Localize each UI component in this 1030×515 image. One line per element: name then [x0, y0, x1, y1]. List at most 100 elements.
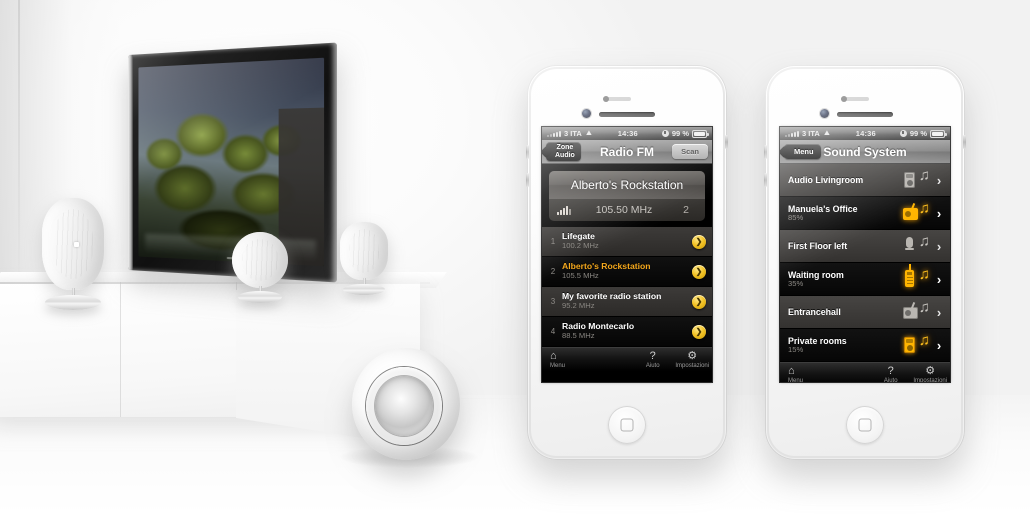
zone-detail-chevron-icon[interactable]: ›	[934, 239, 944, 254]
tab-label: Aiuto	[645, 362, 660, 369]
tab-aiuto[interactable]: ? Aiuto	[633, 350, 673, 369]
help-icon: ?	[887, 364, 894, 377]
music-note-icon	[919, 333, 930, 353]
now-playing-preset: 2	[683, 204, 689, 216]
ipod-icon	[904, 172, 915, 188]
back-button-menu[interactable]: Menu	[784, 143, 821, 160]
sphere-speaker	[340, 348, 478, 468]
radio-icon	[903, 208, 918, 220]
zone-volume-percent: 15%	[788, 344, 804, 354]
screen-radio-fm: 3 ITA 14:36 99 % Zone Audio Radio FM Sca…	[542, 127, 712, 382]
gear-icon: ⚙	[687, 349, 698, 362]
tab-impostazioni[interactable]: ⚙ Impostazioni	[910, 365, 950, 383]
zone-source-icon	[904, 264, 930, 289]
scene: 3 ITA 14:36 99 % Zone Audio Radio FM Sca…	[0, 0, 1030, 515]
carrier-label: 3 ITA	[802, 129, 820, 138]
zone-row[interactable]: Audio Livingroom ›	[780, 164, 950, 197]
carrier-label: 3 ITA	[564, 129, 582, 138]
scan-button[interactable]: Scan	[672, 144, 708, 159]
tab-impostazioni[interactable]: ⚙ Impostazioni	[672, 349, 712, 369]
zone-row[interactable]: Waiting room35% ›	[780, 263, 950, 296]
zone-name: Audio Livingroom	[788, 174, 864, 185]
station-index: 2	[550, 267, 556, 276]
zone-list: Audio Livingroom›Manuela's Office85%›Fir…	[780, 164, 950, 362]
tab-bar: ⌂ Menu? Aiuto ⚙ Impostazioni	[780, 362, 950, 382]
music-note-icon	[919, 234, 930, 254]
microphone-icon	[906, 237, 913, 248]
zone-row[interactable]: First Floor left ›	[780, 230, 950, 263]
home-button[interactable]	[846, 406, 884, 444]
speaker-right	[340, 222, 388, 295]
tab-label: Aiuto	[883, 377, 898, 383]
tab-aiuto[interactable]: ? Aiuto	[871, 364, 911, 383]
iphone-right: 3 ITA 14:36 99 % Menu Sound System Audio…	[764, 65, 966, 460]
music-note-icon	[919, 300, 930, 320]
zone-detail-chevron-icon[interactable]: ›	[934, 305, 944, 320]
station-row[interactable]: 3 My favorite radio station 95.2 MHz ❯	[542, 287, 712, 317]
station-list: 1 Lifegate 100.2 MHz ❯ 2 Alberto's Rockstatio…	[542, 227, 712, 347]
zone-detail-chevron-icon[interactable]: ›	[934, 272, 944, 287]
station-frequency: 100.2 MHz	[562, 241, 599, 251]
now-playing-station: Alberto's Rockstation	[549, 171, 705, 199]
earpiece-speaker-icon	[599, 112, 655, 117]
battery-percent-label: 99 %	[909, 129, 927, 138]
wifi-icon	[585, 130, 594, 138]
station-detail-chevron-icon[interactable]: ❯	[692, 264, 706, 279]
station-row[interactable]: 4 Radio Montecarlo 88.5 MHz ❯	[542, 317, 712, 347]
zone-row[interactable]: Entrancehall ›	[780, 296, 950, 329]
zone-name: Manuela's Office	[788, 203, 858, 214]
zone-name: First Floor left	[788, 240, 848, 251]
status-bar: 3 ITA 14:36 99 %	[780, 127, 950, 140]
station-detail-chevron-icon[interactable]: ❯	[692, 234, 706, 249]
station-detail-chevron-icon[interactable]: ❯	[692, 324, 706, 339]
station-row[interactable]: 1 Lifegate 100.2 MHz ❯	[542, 227, 712, 257]
zone-row[interactable]: Manuela's Office85% ›	[780, 197, 950, 230]
station-detail-chevron-icon[interactable]: ❯	[692, 294, 706, 309]
station-index: 4	[550, 327, 556, 336]
wifi-icon	[823, 130, 832, 138]
station-frequency: 105.5 MHz	[562, 271, 599, 281]
back-button-zone-audio[interactable]: Zone Audio	[546, 142, 581, 161]
proximity-sensor-icon	[603, 96, 631, 102]
front-camera-icon	[582, 109, 591, 118]
clock-label: 14:36	[855, 129, 876, 138]
battery-percent-label: 99 %	[671, 129, 689, 138]
tab-label: Impostazioni	[913, 377, 948, 383]
station-frequency: 88.5 MHz	[562, 331, 595, 341]
tab-label: Impostazioni	[675, 362, 710, 369]
back-button-line2: Audio	[555, 151, 575, 159]
front-camera-icon	[820, 109, 829, 118]
music-note-icon	[919, 201, 930, 221]
zone-name: Entrancehall	[788, 306, 841, 317]
speaker-left	[42, 198, 104, 310]
tab-label: Menu	[788, 377, 804, 383]
station-frequency: 95.2 MHz	[562, 301, 595, 311]
battery-icon	[930, 129, 947, 138]
tab-bar: ⌂ Menu? Aiuto ⚙ Impostazioni	[542, 347, 712, 371]
home-icon: ⌂	[788, 364, 795, 377]
navigation-bar: Menu Sound System	[780, 140, 950, 164]
navigation-bar: Zone Audio Radio FM Scan	[542, 140, 712, 164]
zone-source-icon	[903, 300, 930, 322]
zone-detail-chevron-icon[interactable]: ›	[934, 206, 944, 221]
ipod-icon	[904, 337, 915, 353]
zone-volume-percent: 85%	[788, 212, 804, 222]
tab-menu[interactable]: ⌂ Menu	[542, 350, 633, 369]
iphone-left: 3 ITA 14:36 99 % Zone Audio Radio FM Sca…	[526, 65, 728, 460]
tab-menu[interactable]: ⌂ Menu	[780, 364, 871, 383]
music-note-icon	[919, 168, 930, 188]
signal-bars-icon	[547, 130, 561, 137]
zone-row[interactable]: Private rooms15% ›	[780, 329, 950, 362]
now-playing-panel[interactable]: Alberto's Rockstation 105.50 MHz 2	[549, 171, 705, 221]
battery-icon	[692, 129, 709, 138]
home-button[interactable]	[608, 406, 646, 444]
zone-detail-chevron-icon[interactable]: ›	[934, 338, 944, 353]
rotation-lock-icon	[661, 130, 669, 137]
music-note-icon	[919, 267, 930, 287]
signal-strength-icon	[557, 205, 571, 215]
zone-detail-chevron-icon[interactable]: ›	[934, 173, 944, 188]
zone-volume-percent: 35%	[788, 278, 804, 288]
zone-content: Audio Livingroom›Manuela's Office85%›Fir…	[780, 164, 950, 382]
radio-content: Alberto's Rockstation 105.50 MHz 2 1 Life…	[542, 164, 712, 382]
station-row[interactable]: 2 Alberto's Rockstation 105.5 MHz ❯	[542, 257, 712, 287]
